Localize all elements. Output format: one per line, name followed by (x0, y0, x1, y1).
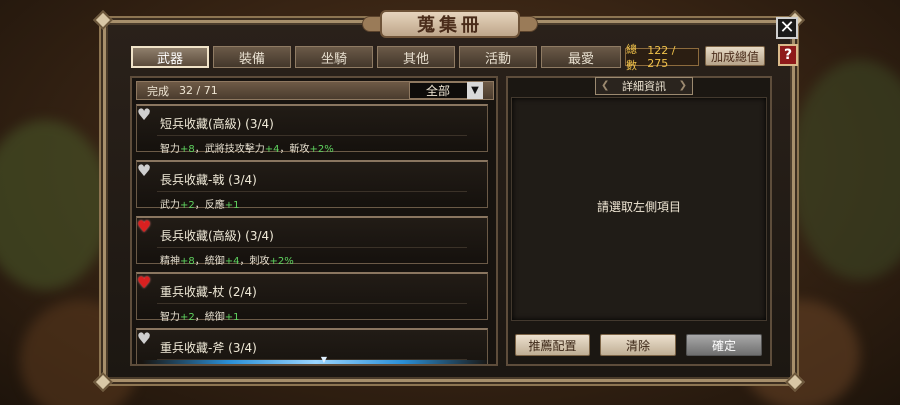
item-name: 重兵收藏-斧 (3/4) (160, 341, 257, 355)
tab-other[interactable]: 其他 (377, 46, 455, 68)
heart-icon[interactable]: ♥ (136, 331, 153, 347)
divider (157, 303, 467, 304)
list-item[interactable]: ♥ 長兵收藏(高級) (3/4) 精神+8，統御+4，刺攻+2% (136, 216, 488, 267)
help-icon: ? (783, 47, 793, 63)
item-stats: 武力+2，反應+1 (160, 200, 240, 211)
collection-list[interactable]: ♥ 短兵收藏(高級) (3/4) 智力+8，武將技攻擊力+4，斬攻+2% ♥ 長… (136, 104, 488, 364)
help-button[interactable]: ? (778, 44, 798, 66)
item-stats: 智力+8，武將技攻擊力+4，斬攻+2% (160, 144, 334, 155)
completion-value: 32 / 71 (179, 84, 218, 97)
item-stats: 精神+8，統御+4，刺攻+2% (160, 256, 294, 267)
divider (157, 191, 467, 192)
confirm-button[interactable]: 確定 (686, 334, 762, 356)
tab-weapons[interactable]: 武器 (131, 46, 209, 68)
detail-placeholder: 請選取左側項目 (596, 200, 681, 214)
total-bonus-button[interactable]: 加成總值 (705, 46, 765, 66)
heart-icon[interactable]: ♥ (136, 275, 153, 291)
heart-icon[interactable]: ♥ (136, 219, 153, 235)
scroll-indicator (142, 360, 490, 364)
scroll-down-icon: ▼ (320, 355, 328, 364)
detail-header-label: 詳細資訊 (622, 80, 666, 93)
item-name: 短兵收藏(高級) (3/4) (160, 117, 274, 131)
completion-label: 完成 (147, 84, 169, 98)
background-foliage (0, 120, 110, 290)
recommend-config-button[interactable]: 推薦配置 (515, 334, 590, 356)
chevron-left-icon: ❮ (601, 80, 610, 91)
total-count-value: 122 / 275 (647, 44, 676, 70)
heart-icon[interactable]: ♥ (136, 163, 153, 179)
item-name: 長兵收藏(高級) (3/4) (160, 229, 274, 243)
tab-mounts[interactable]: 坐騎 (295, 46, 373, 68)
divider (157, 135, 467, 136)
heart-icon[interactable]: ♥ (136, 107, 153, 123)
tab-events[interactable]: 活動 (459, 46, 537, 68)
background-foliage (790, 60, 900, 280)
tab-equipment[interactable]: 裝備 (213, 46, 291, 68)
divider (157, 247, 467, 248)
clear-button[interactable]: 清除 (600, 334, 676, 356)
close-icon: ✕ (779, 17, 795, 38)
item-name: 長兵收藏-戟 (3/4) (160, 173, 257, 187)
total-count: 總數 122 / 275 (625, 43, 699, 72)
total-count-label: 總數 (626, 43, 637, 72)
chevron-right-icon: ❯ (678, 80, 687, 91)
close-button[interactable]: ✕ (776, 17, 798, 39)
list-item[interactable]: ♥ 長兵收藏-戟 (3/4) 武力+2，反應+1 (136, 160, 488, 211)
item-name: 重兵收藏-杖 (2/4) (160, 285, 257, 299)
list-item[interactable]: ♥ 重兵收藏-杖 (2/4) 智力+2，統御+1 (136, 272, 488, 323)
triangle-down-icon[interactable]: ▼ (467, 82, 483, 99)
list-item[interactable]: ♥ 短兵收藏(高級) (3/4) 智力+8，武將技攻擊力+4，斬攻+2% (136, 104, 488, 155)
tab-favorites[interactable]: 最愛 (541, 46, 621, 68)
window-title: 蒐集冊 (380, 10, 520, 38)
item-stats: 智力+2，統御+1 (160, 312, 240, 323)
list-item[interactable]: ♥ 重兵收藏-斧 (3/4) (136, 328, 488, 364)
detail-header: ❮ 詳細資訊 ❯ (595, 77, 693, 95)
